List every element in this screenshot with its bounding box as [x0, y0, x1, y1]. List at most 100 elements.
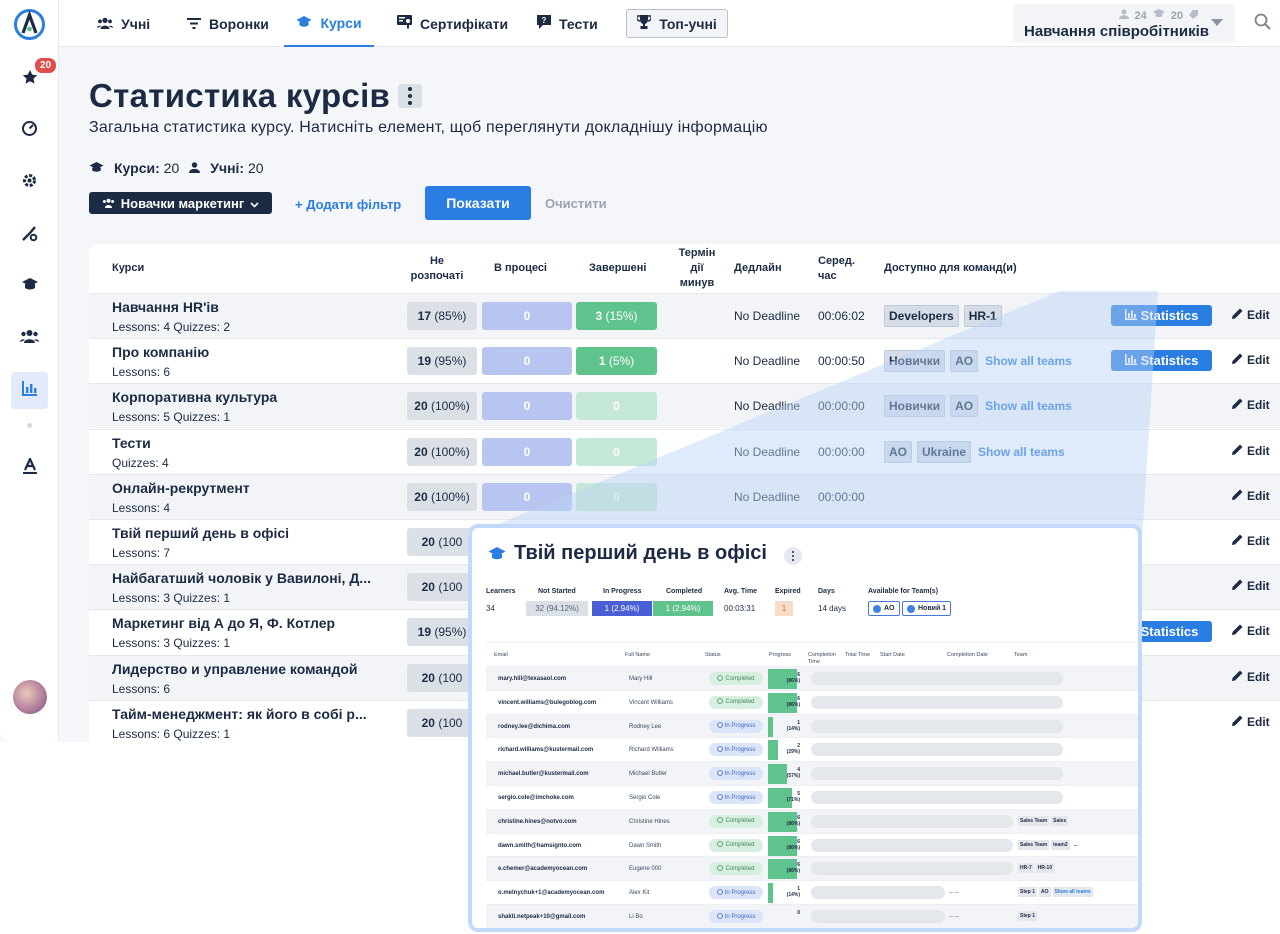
team-tag[interactable]: Sales — [1051, 815, 1069, 826]
course-name[interactable]: Навчання HR'ів — [112, 299, 219, 315]
learner-email[interactable]: mary.hill@texasaol.com — [498, 676, 566, 682]
not-started-cell[interactable]: 19 (95%) — [407, 347, 477, 376]
column-header-completed[interactable]: Завершені — [589, 244, 646, 293]
tab-quizzes[interactable]: ? Тести — [537, 0, 598, 47]
team-tag[interactable]: Новички — [884, 395, 946, 418]
more-options-icon[interactable] — [398, 84, 422, 108]
completed-cell[interactable]: 1 (5%) — [576, 347, 657, 376]
not-started-cell[interactable]: 20 (100%) — [407, 437, 477, 466]
in-progress-cell[interactable]: 0 — [482, 347, 572, 376]
clear-button[interactable]: Очистити — [545, 196, 607, 211]
team-tag[interactable]: Developers — [884, 305, 959, 327]
table-row[interactable]: Про компанію Lessons: 6 19 (95%) 0 1 (5%) No … — [89, 338, 1280, 383]
table-row[interactable]: Навчання HR'ів Lessons: 4 Quizzes: 2 17 (8… — [89, 293, 1280, 338]
tab-certificates[interactable]: Сертифікати — [397, 0, 508, 47]
not-started-cell[interactable]: 17 (85%) — [407, 302, 477, 330]
column-header-course[interactable]: Курси — [112, 244, 144, 293]
more-ellipsis[interactable]: ... — [1072, 840, 1080, 850]
course-name[interactable]: Тайм-менеджмент: як його в собі р... — [112, 706, 367, 722]
learner-email[interactable]: sergio.cole@imchoke.com — [498, 795, 574, 801]
more-options-icon[interactable] — [784, 547, 802, 565]
not-started-cell[interactable]: 20 (100%) — [407, 482, 477, 511]
not-started-cell[interactable]: 20 (100%) — [407, 392, 477, 421]
learner-email[interactable]: richard.williams@kustermail.com — [498, 747, 593, 753]
sidebar-item-text[interactable] — [11, 450, 48, 487]
team-filter-chip[interactable]: Новачки маркетинг — [89, 192, 272, 214]
not-started-cell[interactable]: 20 (100 — [407, 708, 477, 737]
team-tag[interactable]: HR-10 — [1035, 863, 1055, 874]
learner-email[interactable]: dawn.smith@hamsignto.com — [498, 843, 581, 849]
team-tag[interactable]: AO — [884, 440, 912, 463]
tab-learners[interactable]: Учні — [97, 0, 150, 47]
user-avatar[interactable] — [13, 680, 47, 714]
team-tag[interactable]: HR-7 — [1018, 863, 1034, 874]
grid-row[interactable]: shakti.netpeak+10@gmail.com Li Bo In Progr… — [486, 904, 1138, 928]
grid-row[interactable]: o.melnychuk+1@academyocean.com Alex Kit In… — [486, 880, 1138, 904]
course-name[interactable]: Тести — [112, 435, 151, 451]
show-button[interactable]: Показати — [425, 186, 531, 220]
edit-button[interactable]: Edit — [1232, 444, 1270, 458]
team-tag[interactable]: Sales Team — [1018, 815, 1050, 826]
course-name[interactable]: Найбагатший чоловік у Вавилоні, Д... — [112, 570, 371, 586]
in-progress-cell[interactable]: 0 — [482, 482, 572, 511]
column-header-avg-time[interactable]: Серед. час — [818, 244, 858, 293]
in-progress-cell[interactable]: 0 — [482, 392, 572, 421]
sidebar-item-statistics[interactable] — [11, 372, 48, 409]
show-all-teams-link[interactable]: Show all teams — [985, 354, 1072, 368]
top-learners-button[interactable]: Топ-учні — [626, 9, 728, 38]
course-name[interactable]: Маркетинг від А до Я, Ф. Котлер — [112, 615, 335, 631]
edit-button[interactable]: Edit — [1232, 579, 1270, 593]
show-all-teams-link[interactable]: Show all teams — [985, 399, 1072, 413]
search-icon[interactable] — [1254, 13, 1271, 35]
edit-button[interactable]: Edit — [1232, 489, 1270, 503]
academyocean-logo[interactable] — [14, 9, 45, 45]
learner-email[interactable]: michael.butler@kustermail.com — [498, 771, 589, 777]
course-name[interactable]: Про компанію — [112, 344, 209, 360]
table-row[interactable]: Онлайн-рекрутмент Lessons: 4 20 (100%) 0 0 No… — [89, 473, 1280, 519]
team-tag[interactable]: AO — [950, 350, 979, 373]
grid-row[interactable]: vincent.williams@bulegoblog.com Vincent W… — [486, 689, 1138, 714]
column-header-in-progress[interactable]: В процесі — [494, 244, 547, 293]
table-row[interactable]: Тести Quizzes: 4 20 (100%) 0 0 No Deadline 00:… — [89, 428, 1280, 474]
completed-cell[interactable]: 0 — [576, 392, 657, 421]
tab-funnels[interactable]: Воронки — [187, 0, 269, 47]
completed-cell[interactable]: 0 — [576, 482, 657, 511]
column-header-expired[interactable]: Термін дії минув — [675, 244, 719, 293]
course-name[interactable]: Корпоративна культура — [112, 389, 277, 405]
grid-row[interactable]: sergio.cole@imchoke.com Sergio Cole In Pro… — [486, 785, 1138, 809]
in-progress-cell[interactable]: 0 — [482, 437, 572, 466]
preview-team-tag[interactable]: AO — [868, 601, 900, 616]
column-header-not-started[interactable]: Не розпочаті — [407, 244, 467, 293]
learner-email[interactable]: christine.hines@notvo.com — [498, 819, 577, 825]
team-tag[interactable]: team2 — [1051, 839, 1070, 850]
grid-row[interactable]: michael.butler@kustermail.com Michael But… — [486, 761, 1138, 786]
course-name[interactable]: Лидерство и управление командой — [112, 661, 358, 677]
not-started-cell[interactable]: 20 (100 — [407, 573, 477, 602]
team-tag[interactable]: Ukraine — [917, 440, 972, 463]
column-header-deadline[interactable]: Дедлайн — [734, 244, 782, 293]
grid-row[interactable]: e.chemer@academyocean.com Eugene 000 Compl… — [486, 856, 1138, 881]
grid-row[interactable]: mary.hill@texasaol.com Mary Hill Completed… — [486, 666, 1138, 690]
add-filter-link[interactable]: + Додати фільтр — [295, 197, 401, 212]
completed-cell[interactable]: 3 (15%) — [576, 302, 657, 330]
grid-row[interactable]: dawn.smith@hamsignto.com Dawn Smith Comple… — [486, 832, 1138, 857]
not-started-cell[interactable]: 20 (100 — [407, 663, 477, 692]
sidebar-item-dashboard[interactable] — [11, 112, 48, 149]
show-all-teams-link[interactable]: Show all teams — [978, 445, 1065, 459]
not-started-cell[interactable]: 19 (95%) — [407, 618, 477, 647]
learner-email[interactable]: rodney.lee@dichima.com — [498, 724, 570, 730]
edit-button[interactable]: Edit — [1232, 534, 1270, 548]
team-tag[interactable]: AO — [1039, 887, 1051, 898]
completed-cell[interactable]: 0 — [576, 437, 657, 466]
sidebar-item-settings[interactable] — [11, 164, 48, 201]
learner-email[interactable]: vincent.williams@bulegoblog.com — [498, 700, 596, 706]
learner-email[interactable]: e.chemer@academyocean.com — [498, 866, 587, 872]
learner-email[interactable]: o.melnychuk+1@academyocean.com — [498, 890, 604, 896]
edit-button[interactable]: Edit — [1232, 353, 1270, 367]
edit-button[interactable]: Edit — [1232, 670, 1270, 684]
edit-button[interactable]: Edit — [1232, 624, 1270, 638]
statistics-button[interactable]: Statistics — [1111, 305, 1212, 326]
grid-row[interactable]: christine.hines@notvo.com Christine Hines… — [486, 808, 1138, 833]
tab-courses[interactable]: Курси — [284, 0, 374, 47]
edit-button[interactable]: Edit — [1232, 715, 1270, 729]
